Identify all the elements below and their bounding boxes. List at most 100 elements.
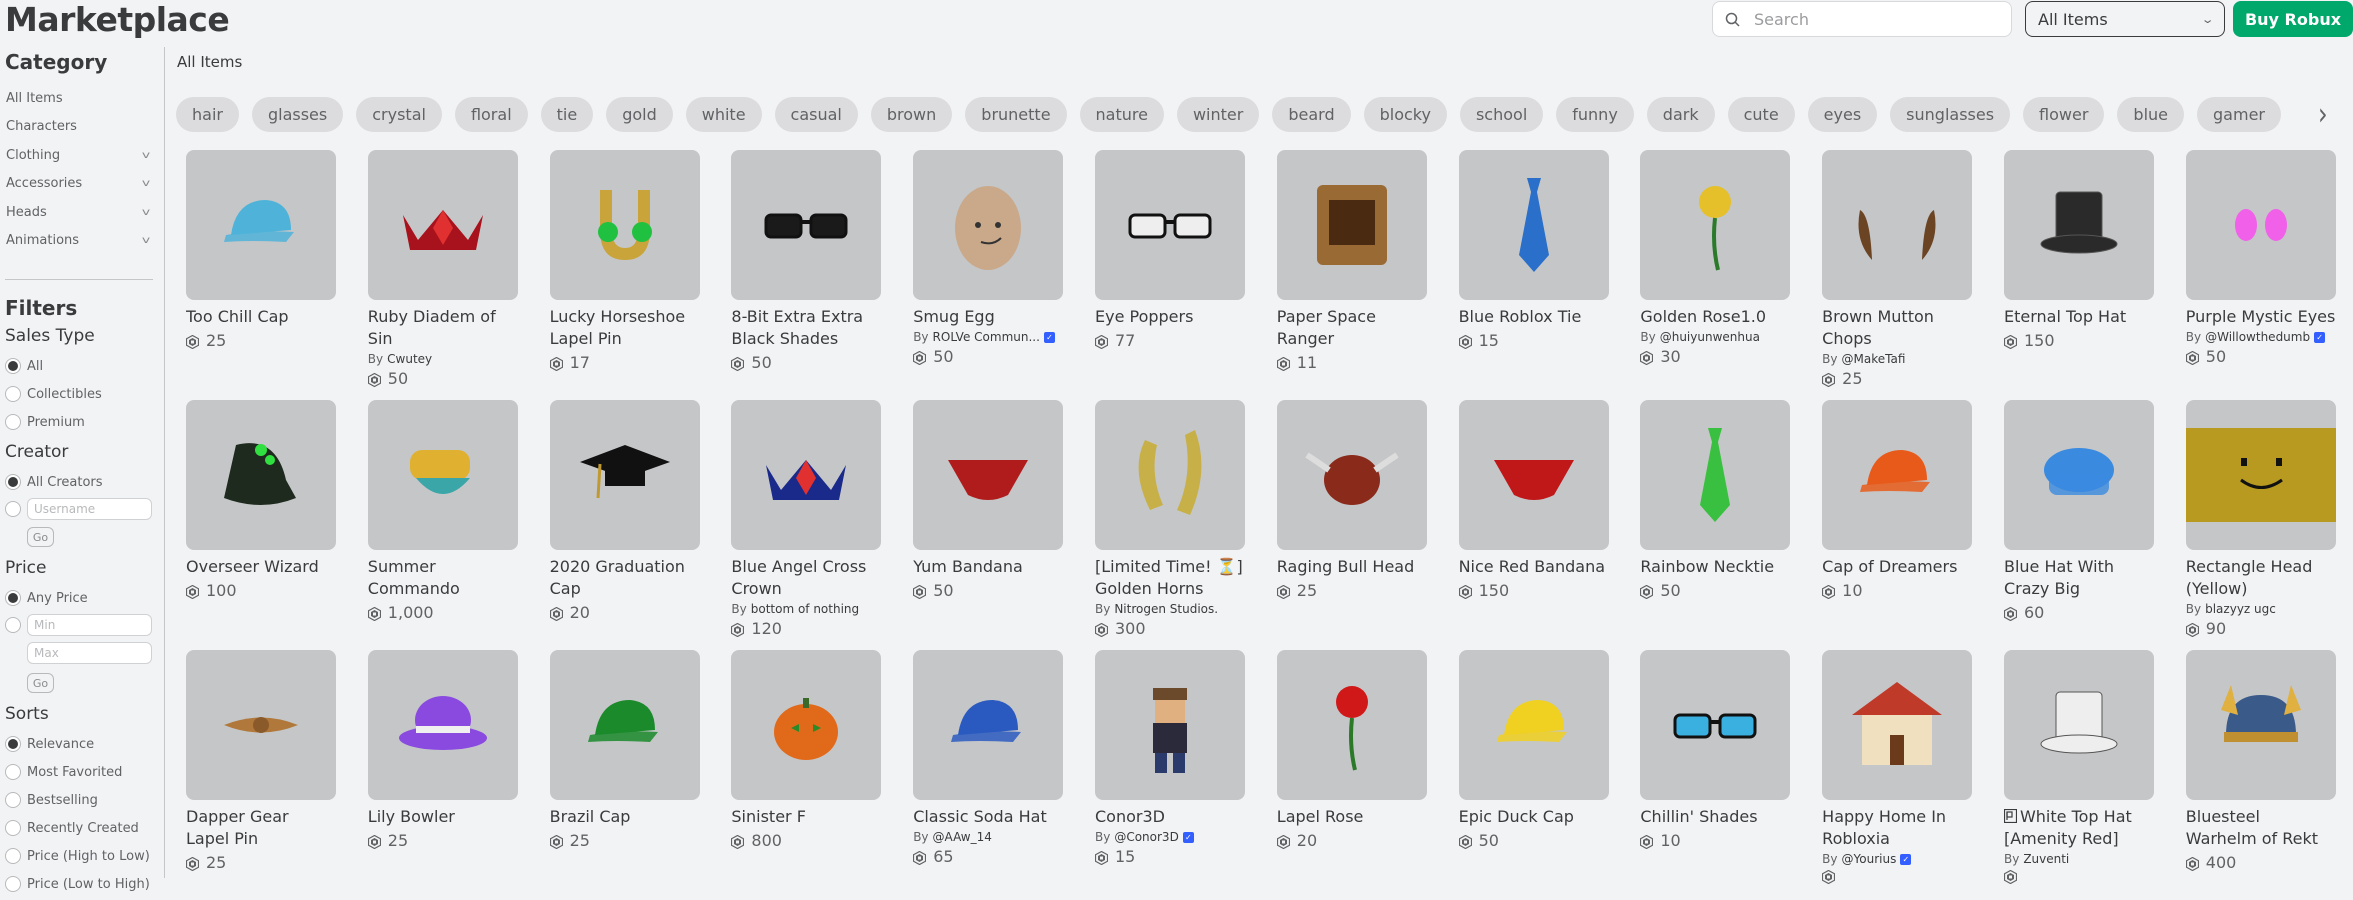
item-card[interactable]: Bluesteel Warhelm of Rekt 400 [2185,650,2336,900]
tag-chip-floral[interactable]: floral [454,97,528,132]
item-card[interactable]: Brown Mutton Chops By @MakeTafi 25 [1822,150,1973,400]
category-item-characters[interactable]: Characters [0,113,165,142]
item-card[interactable]: Yum Bandana 50 [913,400,1064,650]
item-card[interactable]: Lily Bowler 25 [367,650,518,900]
item-name[interactable]: Conor3D [1095,806,1245,828]
item-name[interactable]: White Top Hat [Amenity Red] [2003,806,2154,850]
tag-chip-white[interactable]: white [685,97,762,132]
item-thumbnail[interactable] [913,650,1064,800]
item-card[interactable]: Paper Space Ranger 11 [1276,150,1427,400]
radio-option-any-price[interactable]: Any Price [0,584,165,612]
buy-robux-button[interactable]: Buy Robux [2233,1,2353,37]
creator-link[interactable]: Zuventi [2023,852,2069,866]
item-thumbnail[interactable] [913,400,1064,550]
creator-link[interactable]: @Conor3D [1114,830,1178,844]
radio-option-relevance[interactable]: Relevance [0,730,165,758]
tag-chip-glasses[interactable]: glasses [251,97,344,132]
item-card[interactable]: [Limited Time! ⏳] Golden Horns By Nitrogen… [1094,400,1245,650]
radio-option-premium[interactable]: Premium [0,408,165,436]
item-name[interactable]: Dapper Gear Lapel Pin [186,806,336,850]
tag-chip-funny[interactable]: funny [1556,97,1634,132]
category-item-accessories[interactable]: Accessories v [0,170,165,199]
item-name[interactable]: Purple Mystic Eyes [2186,306,2336,328]
item-card[interactable]: 2020 Graduation Cap 20 [549,400,700,650]
item-card[interactable]: Golden Rose1.0 By @huiyunwenhua 30 [1640,150,1791,400]
radio-button[interactable] [5,764,21,780]
item-name[interactable]: [Limited Time! ⏳] Golden Horns [1095,556,1245,600]
creator-link[interactable]: @MakeTafi [1842,352,1906,366]
radio-button[interactable] [5,414,21,430]
radio-option-price-low-to-high[interactable]: Price (Low to High) [0,870,165,898]
min-price-input[interactable]: Min [27,614,152,636]
item-thumbnail[interactable] [1822,400,1973,550]
item-thumbnail[interactable] [1640,150,1791,300]
item-thumbnail[interactable] [2003,150,2154,300]
item-thumbnail[interactable] [1822,150,1973,300]
username-input[interactable]: Username [27,498,152,520]
max-price-input[interactable]: Max [27,642,152,664]
item-name[interactable]: Rectangle Head (Yellow) [2186,556,2336,600]
item-thumbnail[interactable] [1458,650,1609,800]
radio-custom-price[interactable] [5,617,21,633]
radio-button[interactable] [5,792,21,808]
item-name[interactable]: 8-Bit Extra Extra Black Shades [731,306,881,350]
item-card[interactable]: Brazil Cap 25 [549,650,700,900]
item-name[interactable]: Lapel Rose [1277,806,1427,828]
item-card[interactable]: Summer Commando 1,000 [367,400,518,650]
tag-chip-crystal[interactable]: crystal [356,97,442,132]
radio-option-collectibles[interactable]: Collectibles [0,380,165,408]
item-card[interactable]: Sinister F 800 [731,650,882,900]
item-card[interactable]: Classic Soda Hat By @AAw_14 65 [913,650,1064,900]
item-name[interactable]: Raging Bull Head [1277,556,1427,578]
creator-link[interactable]: bottom of nothing [751,602,859,616]
item-card[interactable]: Nice Red Bandana 150 [1458,400,1609,650]
item-card[interactable]: Purple Mystic Eyes By @Willowthedumb ✓ 50 [2185,150,2336,400]
item-name[interactable]: Brown Mutton Chops [1822,306,1972,350]
tag-chip-sunglasses[interactable]: sunglasses [1890,97,2011,132]
item-thumbnail[interactable] [1094,150,1245,300]
radio-button[interactable] [5,876,21,892]
category-item-clothing[interactable]: Clothing v [0,141,165,170]
item-name[interactable]: Eternal Top Hat [2004,306,2154,328]
item-thumbnail[interactable] [549,400,700,550]
price-go-button[interactable]: Go [27,673,54,693]
tag-chip-winter[interactable]: winter [1176,97,1260,132]
creator-link[interactable]: ROLVe Commun... [933,330,1040,344]
item-name[interactable]: Nice Red Bandana [1459,556,1609,578]
item-thumbnail[interactable] [549,650,700,800]
item-name[interactable]: Happy Home In Robloxia [1822,806,1972,850]
tag-chip-beard[interactable]: beard [1272,97,1351,132]
item-thumbnail[interactable] [1094,400,1245,550]
radio-option-bestselling[interactable]: Bestselling [0,786,165,814]
item-name[interactable]: Ruby Diadem of Sin [368,306,518,350]
item-name[interactable]: Summer Commando [368,556,518,600]
item-thumbnail[interactable] [367,400,518,550]
item-thumbnail[interactable] [2185,650,2336,800]
tag-chip-cute[interactable]: cute [1727,97,1795,132]
item-name[interactable]: Sinister F [731,806,881,828]
item-thumbnail[interactable] [186,150,336,300]
item-card[interactable]: Rainbow Necktie 50 [1640,400,1791,650]
item-thumbnail[interactable] [1640,400,1791,550]
item-name[interactable]: Yum Bandana [913,556,1063,578]
category-item-animations[interactable]: Animations v [0,227,165,256]
radio-button[interactable] [5,386,21,402]
item-thumbnail[interactable] [2185,150,2336,300]
item-thumbnail[interactable] [186,400,336,550]
item-thumbnail[interactable] [731,150,882,300]
item-card[interactable]: Eye Poppers 77 [1094,150,1245,400]
creator-link[interactable]: Cwutey [387,352,432,366]
radio-button[interactable] [5,474,21,490]
radio-username[interactable] [5,501,21,517]
item-card[interactable]: Smug Egg By ROLVe Commun... ✓ 50 [913,150,1064,400]
item-card[interactable]: Lapel Rose 20 [1276,650,1427,900]
tag-chip-casual[interactable]: casual [774,97,858,132]
item-card[interactable]: Eternal Top Hat 150 [2003,150,2154,400]
creator-link[interactable]: @AAw_14 [933,830,992,844]
radio-button[interactable] [5,848,21,864]
tag-chip-nature[interactable]: nature [1079,97,1164,132]
creator-go-button[interactable]: Go [27,527,54,547]
item-thumbnail[interactable] [731,650,882,800]
item-card[interactable]: Cap of Dreamers 10 [1822,400,1973,650]
creator-link[interactable]: @Willowthedumb [2205,330,2310,344]
